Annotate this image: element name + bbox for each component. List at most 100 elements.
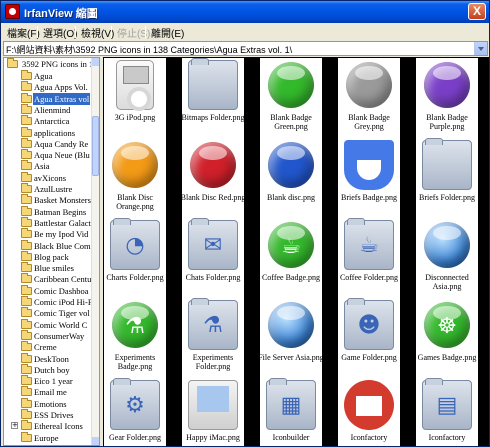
thumbnail-label: Blank disc.png xyxy=(267,193,315,202)
thumbnail-item[interactable]: Bitmaps Folder.png xyxy=(181,58,245,138)
thumbnail-item[interactable]: ✉ Chats Folder.png xyxy=(182,218,244,298)
menu-exit[interactable]: 離開(E) xyxy=(149,25,186,40)
tree-item[interactable]: Blog pack xyxy=(4,250,92,263)
thumbnail-item[interactable]: Happy iMac.png xyxy=(182,378,244,446)
thumbnail-item[interactable]: Briefs Badge.png xyxy=(338,138,400,218)
tree-item[interactable]: + Ethereal Icons xyxy=(4,420,92,432)
thumbnail-item[interactable]: ▦ Iconbuilder xyxy=(260,378,322,446)
tree-item-label: Agua Apps Vol. xyxy=(34,82,88,93)
thumbnail-item[interactable]: ☻ Game Folder.png xyxy=(338,298,400,378)
path-dropdown-button[interactable] xyxy=(474,42,487,55)
tree-item[interactable]: Aqua Neue (Blu xyxy=(4,149,92,161)
tree-item[interactable]: Agua Extras vol xyxy=(4,92,92,105)
tree-item[interactable]: Creme xyxy=(4,341,92,353)
tree-item[interactable]: AzulLustre xyxy=(4,183,92,195)
tree-item[interactable]: Comic iPod Hi-F xyxy=(4,296,93,308)
scroll-thumb[interactable] xyxy=(92,116,99,176)
tree-item[interactable]: Antarctica xyxy=(4,115,92,127)
path-combobox[interactable]: F:\網站資料\素材\3592 PNG icons in 138 Categor… xyxy=(3,41,488,56)
tree-item[interactable]: Comic Dashboa xyxy=(4,284,92,297)
iconfactory-icon xyxy=(344,380,394,430)
tree-item[interactable]: Basket Monsters xyxy=(4,194,92,206)
thumbnail-item[interactable]: Iconfactory xyxy=(338,378,400,446)
tree-item[interactable]: Eico 1 year xyxy=(4,375,92,387)
tree-item-label: Blue smiles xyxy=(34,263,74,274)
thumbnail-label: Chats Folder.png xyxy=(185,273,241,282)
tree-item[interactable]: Batman Begins xyxy=(4,205,92,218)
scroll-down-arrow[interactable] xyxy=(92,437,99,445)
folder-icon xyxy=(21,273,32,284)
close-button[interactable]: X xyxy=(468,3,486,20)
folder-icon xyxy=(21,284,32,295)
game-folder-icon: ☻ xyxy=(344,298,394,350)
tree-item[interactable]: applications xyxy=(4,126,92,139)
tree-item[interactable]: Dutch boy xyxy=(4,363,92,376)
thumbnail-item[interactable]: Blank Badge Green.png xyxy=(260,58,322,138)
thumbnail-item[interactable]: ◔ Charts Folder.png xyxy=(104,218,166,298)
thumbnail-item[interactable]: File Server Asia.png xyxy=(258,298,324,378)
tree-item[interactable]: Alienmind xyxy=(4,103,92,116)
expand-icon[interactable]: + xyxy=(11,422,18,430)
thumbnail-item[interactable]: Blank Disc Red.png xyxy=(181,138,245,218)
tree-item[interactable]: ESS Drives xyxy=(4,409,92,421)
thumbnail-item[interactable]: Disconnected Asia.png xyxy=(416,218,478,298)
tree-item[interactable]: avXicons xyxy=(4,171,92,184)
coffee-folder-icon: ☕ xyxy=(344,218,394,270)
tree-item-label: DeskToon xyxy=(34,353,69,364)
tree-item[interactable]: Comic World C xyxy=(4,318,92,331)
menu-options[interactable]: 選項(O) xyxy=(41,25,79,40)
menu-separator xyxy=(145,26,146,38)
thumbnail-item[interactable]: ▤ Iconfactory xyxy=(416,378,478,446)
tree-item[interactable]: ConsumerWay xyxy=(4,329,92,342)
thumbnail-label: Blank Badge Green.png xyxy=(270,113,312,131)
gear-folder-icon: ⚙ xyxy=(110,378,160,430)
tree-item[interactable]: Be my Ipod Vid xyxy=(4,228,92,240)
folder-icon xyxy=(21,149,32,160)
thumbnail-item[interactable]: ☸ Games Badge.png xyxy=(416,298,478,378)
thumbnail-item[interactable]: Blank Badge Purple.png xyxy=(416,58,478,138)
tree-item[interactable]: Agua xyxy=(4,70,92,82)
title-bar[interactable]: IrfanView 縮圖 X xyxy=(1,1,489,23)
tree-item[interactable]: Europe xyxy=(4,431,92,444)
thumbnail-label: Blank Badge Purple.png xyxy=(426,113,468,131)
thumbnail-item[interactable]: Blank Disc Orange.png xyxy=(104,138,166,218)
scroll-up-arrow[interactable] xyxy=(92,58,99,66)
tree-item[interactable]: Battlestar Galact xyxy=(4,216,92,229)
thumbnail-item[interactable]: ⚗ Experiments Folder.png xyxy=(182,298,244,378)
folder-icon xyxy=(21,262,32,273)
thumbnail-item[interactable]: ⚗ Experiments Badge.png xyxy=(104,298,166,378)
tree-item[interactable]: Black Blue Comi xyxy=(4,239,93,252)
thumbnail-item[interactable]: ☕ Coffee Badge.png xyxy=(260,218,322,298)
tree-item[interactable]: Aqua Candy Re xyxy=(4,137,92,150)
folder-icon xyxy=(21,205,32,216)
thumbnail-label: Game Folder.png xyxy=(341,353,397,362)
thumbnail-item[interactable]: 3G iPod.png xyxy=(104,58,166,138)
folder-icon xyxy=(21,171,32,182)
thumbnail-item[interactable]: ☕ Coffee Folder.png xyxy=(338,218,400,298)
tree-item[interactable]: Emotions xyxy=(4,397,92,410)
tree-scrollbar[interactable] xyxy=(91,58,99,445)
thumbnail-item[interactable]: Blank Badge Grey.png xyxy=(338,58,400,138)
thumbnail-item[interactable]: Blank disc.png xyxy=(260,138,322,218)
tree-root-item[interactable]: 3592 PNG icons in 1 xyxy=(4,58,93,70)
folder-icon xyxy=(21,329,32,340)
globe-icon xyxy=(424,222,470,268)
tree-item-label: Asia xyxy=(34,161,50,172)
thumbnail-label: Coffee Badge.png xyxy=(261,273,321,282)
tree-item[interactable]: DeskToon xyxy=(4,352,92,365)
tree-item[interactable]: Email me xyxy=(4,386,92,398)
tree-item[interactable]: Blue smiles xyxy=(4,262,92,274)
tree-item[interactable]: Comic Tiger vol xyxy=(4,307,92,319)
thumbnail-item[interactable]: ⚙ Gear Folder.png xyxy=(104,378,166,446)
folder-icon xyxy=(21,70,32,80)
folder-icon xyxy=(7,58,18,68)
thumbnail-item[interactable]: Briefs Folder.png xyxy=(416,138,478,218)
tree-item[interactable]: Caribbean Centu xyxy=(4,273,92,285)
icon-glyph: ⚗ xyxy=(125,314,145,339)
folder-icon xyxy=(21,115,32,126)
folder-icon xyxy=(21,386,32,397)
folder-icon xyxy=(21,375,32,386)
tree-item[interactable]: Asia xyxy=(4,160,92,172)
tree-item[interactable]: Agua Apps Vol. xyxy=(4,81,92,93)
tree-item-label: Be my Ipod Vid xyxy=(34,229,89,240)
